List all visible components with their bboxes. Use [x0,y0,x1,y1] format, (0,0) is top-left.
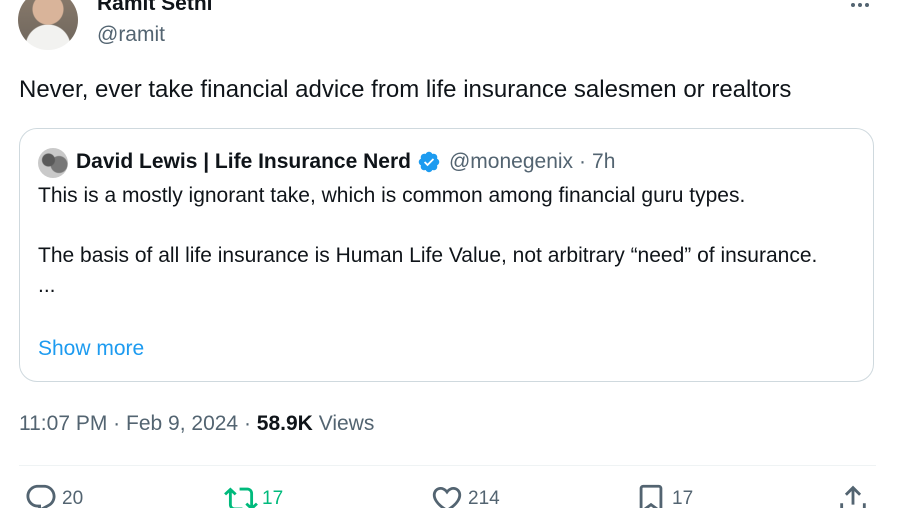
quoted-header-separator: · [579,150,587,173]
bookmark-icon [639,484,663,508]
share-button[interactable] [836,482,870,508]
retweet-button[interactable]: 17 [224,482,283,508]
meta-separator: · [243,412,251,435]
views-label: Views [318,412,375,435]
author-avatar[interactable] [18,0,78,50]
divider [19,465,876,466]
reply-icon [26,484,56,508]
action-bar: 20 17 214 17 [0,482,900,508]
tweet-text: Never, ever take financial advice from l… [19,76,792,103]
reply-button[interactable]: 20 [24,482,83,508]
retweet-icon [224,487,258,508]
show-more-link[interactable]: Show more [38,334,144,364]
views-count: 58.9K [256,412,313,435]
quoted-paragraph-2: The basis of all life insurance is Human… [38,244,818,267]
like-count: 214 [468,488,500,508]
quoted-author-name: David Lewis | Life Insurance Nerd [76,150,411,173]
bookmark-button[interactable]: 17 [634,482,693,508]
quoted-tweet-card[interactable]: David Lewis | Life Insurance Nerd @moneg… [19,128,874,382]
quoted-author-handle: @monegenix [448,150,574,173]
reply-count: 20 [62,488,84,508]
tweet-detail: Ramit Sethi @ramit Never, ever take fina… [0,0,900,508]
tweet-time[interactable]: 11:07 PM [19,412,107,435]
verified-badge-icon [418,151,440,173]
retweet-count: 17 [262,488,284,508]
share-icon [840,485,866,508]
author-handle[interactable]: @ramit [97,22,165,48]
author-display-name[interactable]: Ramit Sethi [97,0,213,16]
tweet-meta: 11:07 PM · Feb 9, 2024 · 58.9K Views [19,409,374,439]
like-button[interactable]: 214 [430,482,500,508]
heart-icon [432,486,462,508]
quoted-tweet-time[interactable]: 7h [592,150,615,174]
quoted-ellipsis: ... [38,274,56,297]
more-options-button[interactable] [842,0,878,16]
quoted-tweet-header: David Lewis | Life Insurance Nerd @moneg… [76,147,615,177]
bookmark-count: 17 [672,488,694,508]
more-horizontal-icon [850,3,871,7]
quoted-author-avatar [38,148,68,178]
quoted-tweet-body: This is a mostly ignorant take, which is… [38,181,858,301]
quoted-paragraph-1: This is a mostly ignorant take, which is… [38,184,746,207]
tweet-date[interactable]: Feb 9, 2024 [126,412,238,435]
meta-separator: · [113,412,121,435]
